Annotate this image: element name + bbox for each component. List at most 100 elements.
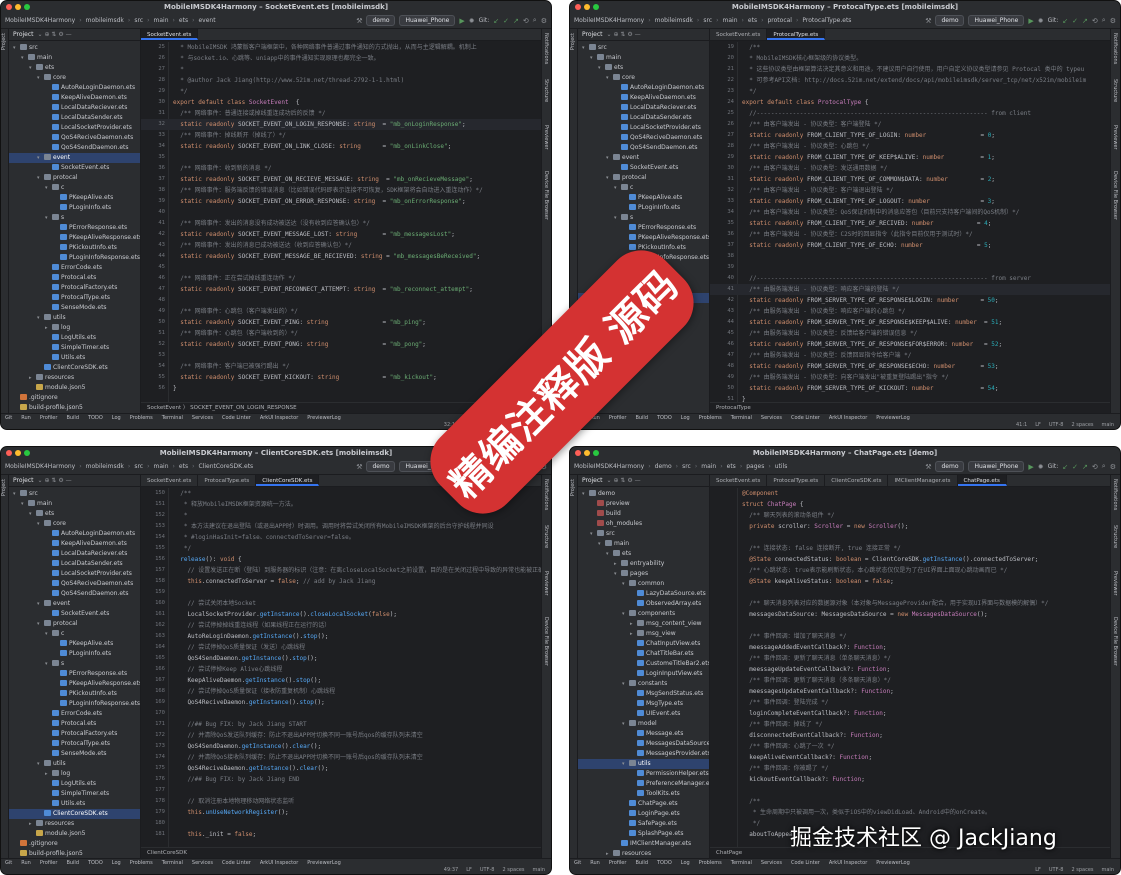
tree-item[interactable]: ▾ constants xyxy=(578,679,709,689)
tree-item[interactable]: SenseMode.ets xyxy=(9,303,140,313)
tree-item[interactable]: ▾ demo xyxy=(578,489,709,499)
tree-item[interactable]: ChatInputView.ets xyxy=(578,639,709,649)
tree-item[interactable]: ▾ event xyxy=(9,153,140,163)
tool-window-button[interactable]: Code Linter xyxy=(791,414,820,421)
tree-item[interactable]: AutoReLoginDaemon.ets xyxy=(9,529,140,539)
tree-item[interactable]: PLoginInfo.ets xyxy=(9,203,140,213)
zoom-window-button[interactable] xyxy=(24,450,30,456)
module-combo[interactable]: demo xyxy=(366,15,396,26)
expand-arrow-icon[interactable]: ▾ xyxy=(614,213,621,223)
tree-item[interactable]: SocketEvent.ets xyxy=(578,163,709,173)
tree-item[interactable]: ▾ core xyxy=(9,519,140,529)
search-icon[interactable]: ⌕ xyxy=(533,16,537,25)
expand-arrow-icon[interactable]: ▾ xyxy=(13,489,20,499)
tool-window-button[interactable]: Services xyxy=(761,414,782,421)
tree-item[interactable]: ChatPage.ets xyxy=(578,799,709,809)
hammer-icon[interactable]: ⚒ xyxy=(356,17,362,25)
tree-item[interactable]: build-profile.json5 xyxy=(9,403,140,413)
tree-item[interactable]: ProtocalFactory.ets xyxy=(9,283,140,293)
right-tool-tab[interactable]: Structure xyxy=(1112,79,1118,102)
project-panel-title[interactable]: Project xyxy=(582,477,603,484)
tree-item[interactable]: PErrorResponse.ets xyxy=(578,223,709,233)
tree-item[interactable]: ▾ c xyxy=(578,183,709,193)
tree-item[interactable]: PKeepAliveResponse.ets xyxy=(9,233,140,243)
tree-item[interactable]: SocketEvent.ets xyxy=(9,609,140,619)
expand-arrow-icon[interactable]: ▾ xyxy=(45,659,52,669)
editor-tab[interactable]: SocketEvent.ets xyxy=(141,475,199,486)
tree-item[interactable]: ▾ utils xyxy=(9,313,140,323)
tree-item[interactable]: KeepAliveDaemon.ets xyxy=(9,93,140,103)
debug-icon[interactable]: ✹ xyxy=(469,17,475,25)
tree-item[interactable]: ChatTitleBar.ets xyxy=(578,649,709,659)
tree-item[interactable]: SplashPage.ets xyxy=(578,829,709,839)
expand-arrow-icon[interactable]: ▾ xyxy=(606,549,613,559)
tool-window-button[interactable]: Build xyxy=(66,414,79,421)
expand-arrow-icon[interactable]: ▾ xyxy=(45,183,52,193)
code-area[interactable]: 19 /** 20 * MobileIMSDK核心框架级的协议类型。 21 * 这些… xyxy=(710,42,1110,402)
tree-item[interactable]: ▾ protocal xyxy=(578,173,709,183)
expand-arrow-icon[interactable]: ▾ xyxy=(37,73,44,83)
tree-item[interactable]: ▸ entryability xyxy=(578,559,709,569)
history-icon[interactable]: ⟲ xyxy=(523,17,529,25)
editor-tab[interactable]: SocketEvent.ets xyxy=(141,29,199,40)
tree-item[interactable]: ErrorCode.ets xyxy=(9,263,140,273)
tree-item[interactable]: ▾ src xyxy=(9,43,140,53)
code-area[interactable]: @Component struct ChatPage { /** 聊天列表的滚动条… xyxy=(710,488,1110,847)
tree-item[interactable]: ▸ log xyxy=(9,769,140,779)
tree-item[interactable]: ProtocalFactory.ets xyxy=(9,729,140,739)
tree-item[interactable]: LocalDataReciever.ets xyxy=(9,103,140,113)
tool-window-button[interactable]: Services xyxy=(192,414,213,421)
close-window-button[interactable] xyxy=(575,450,581,456)
right-tool-tab[interactable]: Notifications xyxy=(1112,33,1118,64)
breadcrumb-item[interactable]: src xyxy=(134,463,143,470)
tree-item[interactable]: PermissionHelper.ets xyxy=(578,769,709,779)
tree-item[interactable]: KeepAliveDaemon.ets xyxy=(9,539,140,549)
tree-item[interactable]: module.json5 xyxy=(9,383,140,393)
tree-item[interactable]: PLoginInfo.ets xyxy=(578,203,709,213)
tree-item[interactable]: PreferenceManager.ets xyxy=(578,779,709,789)
tool-window-button[interactable]: Code Linter xyxy=(222,859,251,866)
tree-item[interactable]: QoS4SendDaemon.ets xyxy=(9,143,140,153)
tool-window-button[interactable]: Problems xyxy=(699,859,722,866)
editor-tab[interactable]: ChatPage.ets xyxy=(957,475,1007,486)
tool-window-button[interactable]: Log xyxy=(112,414,121,421)
git-commit-icon[interactable]: ✓ xyxy=(1072,17,1078,25)
editor-breadcrumb[interactable]: ClientCoreSDK xyxy=(141,847,541,858)
expand-arrow-icon[interactable]: ▾ xyxy=(21,53,28,63)
breadcrumb-item[interactable]: MobileIMSDK4Harmony xyxy=(5,463,75,470)
tool-window-button[interactable]: Run xyxy=(21,414,31,421)
tree-item[interactable]: PErrorResponse.ets xyxy=(9,223,140,233)
editor-tab[interactable]: ClientCoreSDK.ets xyxy=(256,475,320,486)
tool-window-button[interactable]: Log xyxy=(681,414,690,421)
tree-item[interactable]: SafePage.ets xyxy=(578,819,709,829)
tree-item[interactable]: Utils.ets xyxy=(9,353,140,363)
tree-item[interactable]: QoS4ReciveDaemon.ets xyxy=(9,133,140,143)
tool-window-button[interactable]: TODO xyxy=(88,414,103,421)
tree-item[interactable]: LocalDataSender.ets xyxy=(9,113,140,123)
expand-arrow-icon[interactable]: ▸ xyxy=(630,629,637,639)
expand-arrow-icon[interactable]: ▸ xyxy=(45,323,52,333)
tree-item[interactable]: Message.ets xyxy=(578,729,709,739)
tool-window-button[interactable]: Terminal xyxy=(731,859,752,866)
debug-icon[interactable]: ✹ xyxy=(1038,463,1044,471)
hammer-icon[interactable]: ⚒ xyxy=(925,463,931,471)
minimize-window-button[interactable] xyxy=(15,4,21,10)
search-icon[interactable]: ⌕ xyxy=(1102,462,1106,471)
tree-item[interactable]: ▾ core xyxy=(578,73,709,83)
tree-item[interactable]: ▸ resources xyxy=(578,849,709,858)
breadcrumb-item[interactable]: ets xyxy=(179,463,188,470)
tree-item[interactable]: SimpleTimer.ets xyxy=(9,343,140,353)
tree-item[interactable]: PKeepAlive.ets xyxy=(9,639,140,649)
zoom-window-button[interactable] xyxy=(593,4,599,10)
expand-arrow-icon[interactable]: ▸ xyxy=(29,373,36,383)
expand-arrow-icon[interactable]: ▾ xyxy=(598,539,605,549)
hammer-icon[interactable]: ⚒ xyxy=(356,463,362,471)
tree-item[interactable]: ▾ ets xyxy=(578,63,709,73)
tool-window-button[interactable]: Build xyxy=(635,414,648,421)
tree-item[interactable]: MessagesDataSource.ets xyxy=(578,739,709,749)
right-tool-tab[interactable]: Device File Browser xyxy=(1112,171,1118,220)
git-update-icon[interactable]: ↙ xyxy=(1062,463,1068,471)
tree-item[interactable]: ▾ event xyxy=(578,153,709,163)
status-item[interactable]: main xyxy=(1102,866,1115,874)
tree-item[interactable]: LoginPage.ets xyxy=(578,809,709,819)
